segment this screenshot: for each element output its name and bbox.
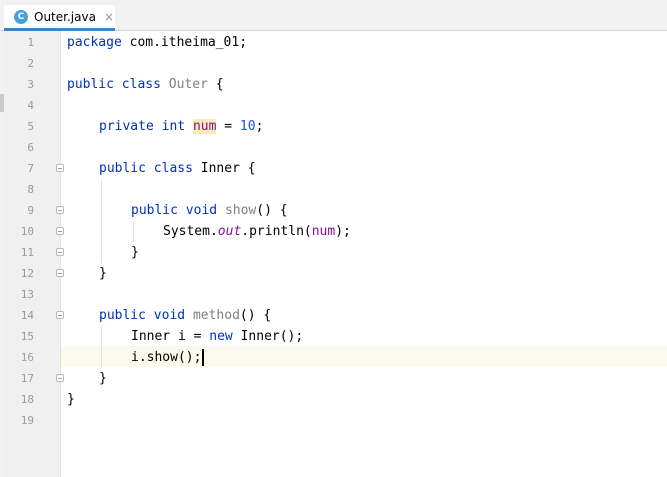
code-line-14: public void method() {	[99, 305, 271, 326]
code-text: =	[216, 119, 240, 134]
keyword: new	[209, 329, 233, 344]
code-text: Inner i =	[131, 329, 210, 344]
code-text: () {	[256, 203, 288, 218]
line-number: 19	[20, 414, 34, 427]
line-number: 11	[20, 246, 34, 259]
code-text: );	[335, 224, 351, 239]
indent-guide	[101, 326, 102, 368]
line-number: 5	[27, 120, 34, 133]
code-line-3: public class Outer {	[67, 74, 224, 95]
line-number: 12	[20, 267, 34, 280]
fold-toggle-icon[interactable]	[56, 248, 64, 256]
line-number: 17	[20, 372, 34, 385]
keyword: public	[99, 161, 146, 176]
close-tab-icon[interactable]: ×	[104, 10, 114, 24]
code-text: Inner();	[232, 329, 304, 344]
code-line-7: public class Inner {	[99, 158, 256, 179]
keyword: public	[131, 203, 178, 218]
line-number: 6	[27, 141, 34, 154]
code-text: .println(	[241, 224, 312, 239]
code-line-15: Inner i = new Inner();	[131, 326, 303, 347]
tab-filename: Outer.java	[34, 9, 96, 24]
text-caret	[202, 349, 204, 366]
keyword: class	[121, 77, 161, 92]
keyword: public	[67, 77, 114, 92]
line-number: 15	[20, 330, 34, 343]
fold-toggle-icon[interactable]	[56, 374, 64, 382]
indent-guide	[133, 221, 134, 242]
line-number: 10	[20, 225, 34, 238]
code-text: () {	[239, 308, 272, 323]
code-line-11: }	[131, 245, 139, 260]
code-editor[interactable]	[61, 31, 667, 477]
class-name: Outer	[168, 77, 208, 92]
keyword: void	[153, 308, 186, 323]
code-line-5: private int num = 10;	[99, 116, 263, 137]
static-field: out	[217, 224, 242, 239]
fold-toggle-icon[interactable]	[56, 206, 64, 214]
line-number: 18	[20, 393, 34, 406]
line-number: 2	[27, 57, 34, 70]
keyword: public	[99, 308, 146, 323]
java-class-icon: C	[14, 9, 28, 24]
code-line-18: }	[67, 392, 75, 407]
fold-toggle-icon[interactable]	[56, 227, 64, 235]
keyword: int	[161, 119, 186, 134]
line-number: 14	[20, 309, 34, 322]
tab-outer-java[interactable]: C Outer.java ×	[4, 5, 115, 31]
fold-toggle-icon[interactable]	[56, 269, 64, 277]
keyword: package	[67, 35, 122, 50]
code-line-16: i.show();	[131, 350, 202, 365]
code-line-1: package com.itheima_01;	[67, 32, 247, 53]
line-number: 9	[27, 204, 34, 217]
code-line-10: System.out.println(num);	[163, 221, 351, 242]
code-text: {	[207, 77, 224, 92]
code-text: ;	[255, 119, 264, 134]
method-name: method	[192, 308, 240, 323]
indent-guide	[101, 179, 102, 263]
field-name: num	[192, 119, 217, 134]
line-number: 3	[27, 78, 34, 91]
code-line-17: }	[99, 371, 107, 386]
code-line-12: }	[99, 266, 107, 281]
line-number: 1	[27, 36, 34, 49]
code-line-9: public void show() {	[131, 200, 288, 221]
code-text: System.	[163, 224, 218, 239]
keyword: class	[153, 161, 193, 176]
code-text: Inner {	[192, 161, 256, 176]
number-literal: 10	[239, 119, 256, 134]
fold-toggle-icon[interactable]	[56, 164, 64, 172]
code-text: com.itheima_01;	[121, 35, 248, 50]
editor-tab-bar: C Outer.java ×	[0, 0, 667, 31]
fold-toggle-icon[interactable]	[56, 311, 64, 319]
keyword: private	[99, 119, 154, 134]
line-number: 13	[20, 288, 34, 301]
line-number: 4	[27, 99, 34, 112]
line-number: 7	[27, 162, 34, 175]
field-name: num	[311, 224, 336, 239]
keyword: void	[185, 203, 218, 218]
method-name: show	[224, 203, 257, 218]
line-number: 8	[27, 183, 34, 196]
line-number-current: 16	[20, 351, 34, 364]
